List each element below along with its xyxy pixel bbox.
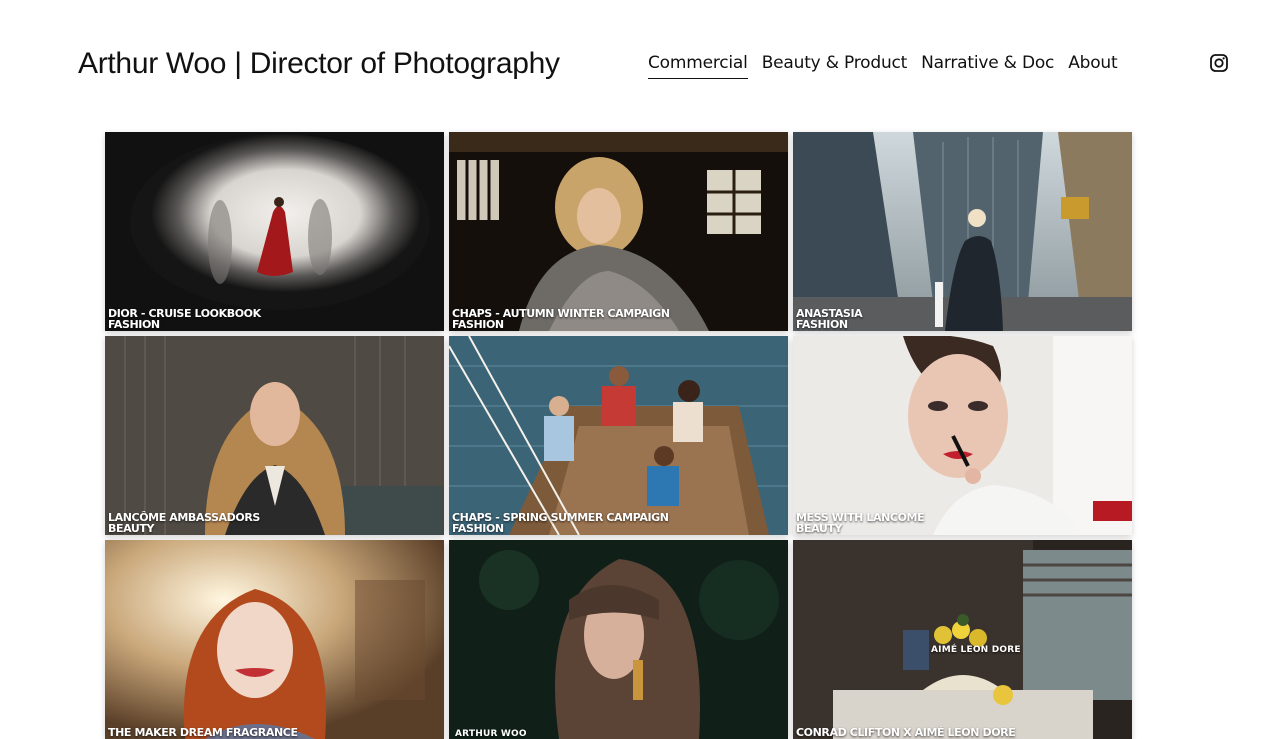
tile-caption: DIOR - CRUISE LOOKBOOK FASHION bbox=[108, 308, 261, 330]
nav-narrative-doc[interactable]: Narrative & Doc bbox=[921, 50, 1054, 79]
project-tile-lancome-ambassadors[interactable]: LANCÔME AMBASSADORS BEAUTY bbox=[105, 336, 444, 535]
project-tile-dior[interactable]: DIOR - CRUISE LOOKBOOK FASHION bbox=[105, 132, 444, 331]
nav-commercial[interactable]: Commercial bbox=[648, 50, 748, 79]
tile-caption: ARTHUR WOO bbox=[455, 729, 527, 739]
site-header: Arthur Woo | Director of Photography Com… bbox=[0, 0, 1280, 126]
tile-caption: THE MAKER DREAM FRAGRANCE bbox=[108, 727, 298, 738]
brand-watermark: AIMÉ LEON DORE bbox=[931, 645, 1021, 655]
project-tile-chaps-aw[interactable]: CHAPS - AUTUMN WINTER CAMPAIGN FASHION bbox=[449, 132, 788, 331]
nav-beauty-product[interactable]: Beauty & Product bbox=[762, 50, 908, 79]
tile-caption: LANCÔME AMBASSADORS BEAUTY bbox=[108, 512, 260, 534]
tile-title: THE MAKER DREAM FRAGRANCE bbox=[108, 726, 298, 739]
dior-thumbnail bbox=[105, 132, 444, 331]
tile-caption: ANASTASIA FASHION bbox=[796, 308, 863, 331]
project-grid: DIOR - CRUISE LOOKBOOK FASHION CHAPS - A… bbox=[105, 132, 1132, 739]
project-tile-maker-dream[interactable]: THE MAKER DREAM FRAGRANCE bbox=[105, 540, 444, 739]
tile-category: FASHION bbox=[452, 318, 504, 331]
tile-caption: MESS WITH LANCOME BEAUTY bbox=[796, 512, 925, 535]
tile-caption: CONRAD CLIFTON X AIMÉ LEON DORE bbox=[796, 726, 1016, 739]
tile-caption: CHAPS - AUTUMN WINTER CAMPAIGN FASHION bbox=[452, 308, 670, 330]
lancome-ambassadors-thumbnail bbox=[105, 336, 444, 535]
mess-with-lancome-thumbnail bbox=[793, 336, 1132, 535]
project-tile-chaps-ss[interactable]: CHAPS - SPRING SUMMER CAMPAIGN FASHION bbox=[449, 336, 788, 535]
project-tile-anastasia[interactable]: ANASTASIA FASHION bbox=[793, 132, 1132, 331]
tile-category: BEAUTY bbox=[108, 522, 155, 535]
project-tile-conrad-clifton[interactable]: AIMÉ LEON DORE CONRAD CLIFTON X AIMÉ LEO… bbox=[793, 540, 1132, 739]
conrad-clifton-thumbnail bbox=[793, 540, 1132, 739]
tile-category: FASHION bbox=[108, 318, 160, 331]
anastasia-thumbnail bbox=[793, 132, 1132, 331]
chaps-ss-thumbnail bbox=[449, 336, 788, 535]
tile-caption: CHAPS - SPRING SUMMER CAMPAIGN FASHION bbox=[452, 512, 669, 534]
nav-about[interactable]: About bbox=[1068, 50, 1117, 79]
portrait-thumbnail bbox=[449, 540, 788, 739]
instagram-icon[interactable] bbox=[1209, 53, 1229, 73]
tile-category: FASHION bbox=[452, 522, 504, 535]
main-nav: Commercial Beauty & Product Narrative & … bbox=[648, 50, 1118, 79]
project-tile-mess-with-lancome[interactable]: MESS WITH LANCOME BEAUTY bbox=[793, 336, 1132, 535]
tile-category: FASHION bbox=[796, 318, 848, 331]
chaps-aw-thumbnail bbox=[449, 132, 788, 331]
project-tile-portrait[interactable]: ARTHUR WOO bbox=[449, 540, 788, 739]
site-title[interactable]: Arthur Woo | Director of Photography bbox=[78, 44, 560, 84]
tile-title: CONRAD CLIFTON X AIMÉ LEON DORE bbox=[796, 726, 1016, 739]
tile-category: BEAUTY bbox=[796, 522, 843, 535]
maker-dream-thumbnail bbox=[105, 540, 444, 739]
